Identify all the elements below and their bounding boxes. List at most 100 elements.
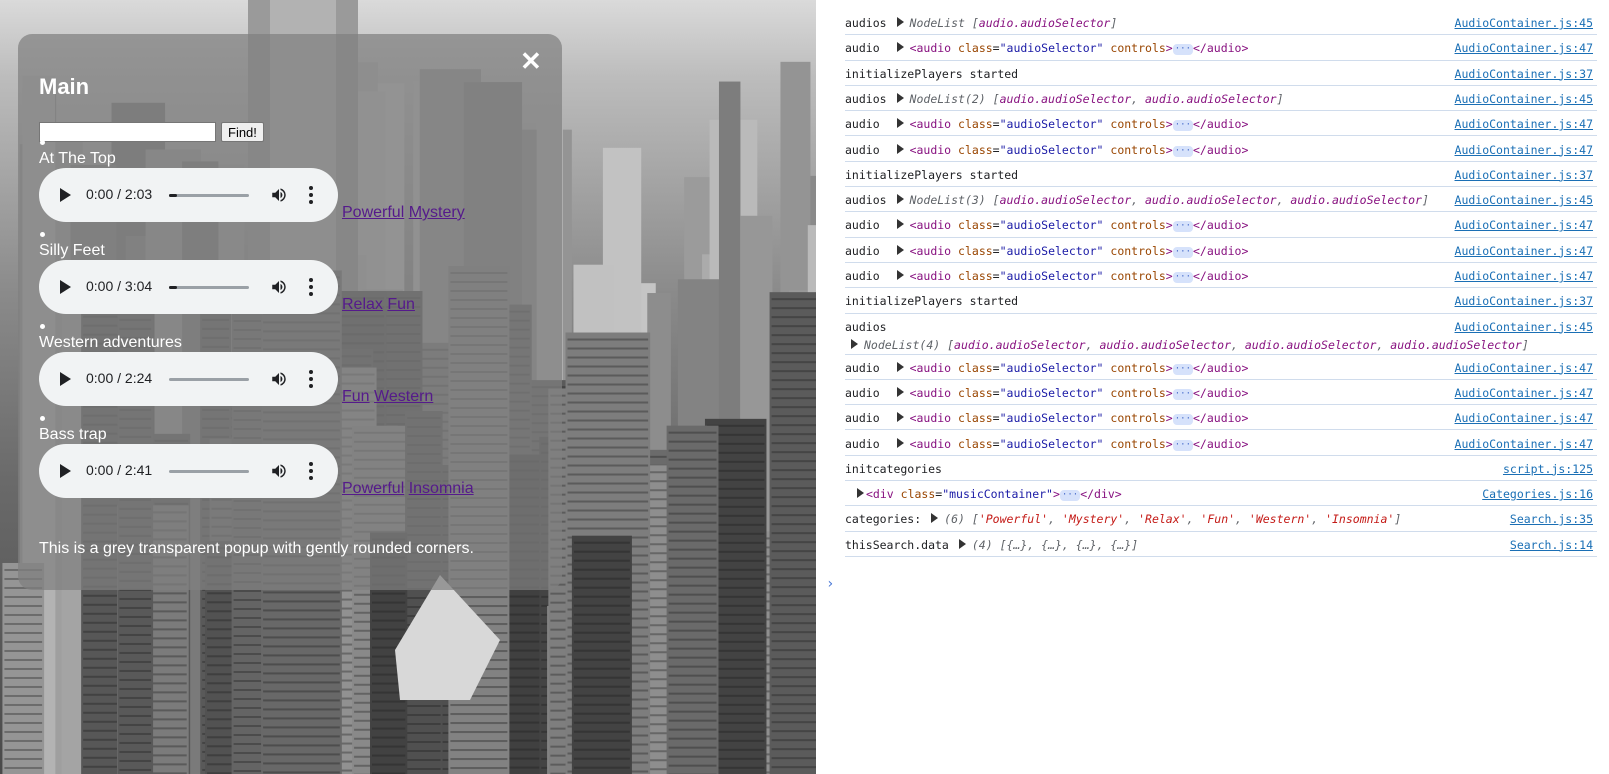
play-icon[interactable] <box>60 464 71 478</box>
search-input[interactable] <box>39 122 216 142</box>
source-link[interactable]: AudioContainer.js:47 <box>1455 437 1593 451</box>
source-link[interactable]: AudioContainer.js:47 <box>1455 269 1593 283</box>
console-log-row: audio <audio class="audioSelector" contr… <box>845 212 1597 238</box>
tag-link[interactable]: Powerful <box>342 204 404 221</box>
expand-triangle-icon[interactable] <box>896 412 904 423</box>
ellipsis-badge[interactable]: ··· <box>1172 388 1193 400</box>
source-link[interactable]: AudioContainer.js:47 <box>1455 218 1593 232</box>
play-icon[interactable] <box>60 188 71 202</box>
find-button[interactable]: Find! <box>221 122 264 142</box>
source-link[interactable]: AudioContainer.js:45 <box>1455 193 1593 207</box>
console-prompt-chevron-icon[interactable]: › <box>826 576 834 592</box>
tag-link[interactable]: Powerful <box>342 480 404 497</box>
ellipsis-badge[interactable]: ··· <box>1172 120 1193 132</box>
expand-triangle-icon[interactable] <box>896 386 904 397</box>
tag-link[interactable]: Fun <box>342 388 370 405</box>
source-link[interactable]: AudioContainer.js:37 <box>1455 168 1593 182</box>
log-label: audio <box>845 41 880 56</box>
ellipsis-badge[interactable]: ··· <box>1172 272 1193 283</box>
track-item: Silly Feet 0:00 / 3:04 Relax Fun <box>39 232 559 324</box>
expand-triangle-icon[interactable] <box>896 143 904 154</box>
console-log-row: audio <audio class="audioSelector" contr… <box>845 431 1597 456</box>
log-label: initializePlayers started <box>845 66 1019 81</box>
play-icon[interactable] <box>60 280 71 294</box>
more-options-icon[interactable] <box>309 370 313 388</box>
seek-slider[interactable] <box>169 286 249 289</box>
console-log-row: audio <audio class="audioSelector" contr… <box>845 137 1597 162</box>
ellipsis-badge[interactable]: ··· <box>1172 439 1193 451</box>
expand-triangle-icon[interactable] <box>958 538 966 549</box>
expand-triangle-icon[interactable] <box>896 42 904 53</box>
track-item: Western adventures 0:00 / 2:24 Fun Weste… <box>39 324 559 416</box>
source-link[interactable]: AudioContainer.js:37 <box>1455 67 1593 81</box>
expand-triangle-icon[interactable] <box>896 17 904 27</box>
audio-player[interactable]: 0:00 / 3:04 <box>39 260 338 314</box>
console-log-row: initializePlayers started AudioContainer.… <box>845 288 1597 314</box>
expand-triangle-icon[interactable] <box>931 513 939 524</box>
expand-triangle-icon[interactable] <box>896 437 904 448</box>
console-log-row: audios NodeList [audio.audioSelector] Audi… <box>845 10 1597 36</box>
source-link[interactable]: script.js:125 <box>1503 462 1593 476</box>
source-link[interactable]: AudioContainer.js:47 <box>1455 244 1593 258</box>
ellipsis-badge[interactable]: ··· <box>1172 44 1193 56</box>
volume-icon[interactable] <box>270 278 288 296</box>
popup: ✕ Main Find! At The Top 0:00 / 2:03 Powe… <box>18 34 562 590</box>
source-link[interactable]: AudioContainer.js:37 <box>1455 294 1593 308</box>
popup-description: This is a grey transparent popup with ge… <box>39 540 474 557</box>
expand-triangle-icon[interactable] <box>896 194 904 205</box>
source-link[interactable]: AudioContainer.js:45 <box>1455 320 1593 334</box>
close-icon[interactable]: ✕ <box>520 46 542 76</box>
source-link[interactable]: Categories.js:16 <box>1482 487 1593 501</box>
expand-triangle-icon[interactable] <box>896 244 904 255</box>
source-link[interactable]: AudioContainer.js:47 <box>1455 117 1593 131</box>
player-time: 0:00 / 2:41 <box>86 462 153 478</box>
audio-player[interactable]: 0:00 / 2:41 <box>39 444 338 498</box>
volume-icon[interactable] <box>270 462 288 480</box>
tag-link[interactable]: Insomnia <box>409 480 474 497</box>
search-row: Find! <box>39 122 264 142</box>
tag-link[interactable]: Fun <box>387 296 415 313</box>
more-options-icon[interactable] <box>309 278 313 296</box>
ellipsis-badge[interactable]: ··· <box>1059 490 1081 502</box>
volume-icon[interactable] <box>270 186 288 204</box>
seek-slider[interactable] <box>169 378 249 381</box>
console-log-row: thisSearch.data (4) [{…}, {…}, {…}, {…}] S… <box>845 532 1597 557</box>
tag-link[interactable]: Western <box>374 388 433 405</box>
expand-triangle-icon[interactable] <box>896 92 904 103</box>
audio-player[interactable]: 0:00 / 2:24 <box>39 352 338 406</box>
expand-triangle-icon[interactable] <box>857 488 864 499</box>
ellipsis-badge[interactable]: ··· <box>1172 414 1193 426</box>
seek-slider[interactable] <box>169 470 249 473</box>
log-label: audio <box>845 269 880 283</box>
source-link[interactable]: AudioContainer.js:47 <box>1455 361 1593 375</box>
ellipsis-badge[interactable]: ··· <box>1172 246 1193 258</box>
ellipsis-badge[interactable]: ··· <box>1172 221 1193 233</box>
track-item: At The Top 0:00 / 2:03 Powerful Mystery <box>39 140 559 232</box>
tag-link[interactable]: Relax <box>342 296 383 313</box>
source-link[interactable]: AudioContainer.js:47 <box>1455 41 1593 55</box>
play-icon[interactable] <box>60 372 71 386</box>
audio-player[interactable]: 0:00 / 2:03 <box>39 168 338 222</box>
expand-triangle-icon[interactable] <box>896 118 904 129</box>
source-link[interactable]: AudioContainer.js:47 <box>1455 386 1593 400</box>
track-title: Bass trap <box>39 426 107 443</box>
source-link[interactable]: AudioContainer.js:45 <box>1455 16 1593 30</box>
ellipsis-badge[interactable]: ··· <box>1172 145 1193 157</box>
expand-triangle-icon[interactable] <box>896 270 904 280</box>
volume-icon[interactable] <box>270 370 288 388</box>
ellipsis-badge[interactable]: ··· <box>1172 363 1193 375</box>
expand-triangle-icon[interactable] <box>896 219 904 230</box>
source-link[interactable]: Search.js:35 <box>1510 512 1593 526</box>
expand-triangle-icon[interactable] <box>851 338 858 349</box>
source-link[interactable]: AudioContainer.js:47 <box>1455 143 1593 157</box>
source-link[interactable]: Search.js:14 <box>1510 538 1593 552</box>
tag-link[interactable]: Mystery <box>409 204 465 221</box>
more-options-icon[interactable] <box>309 186 313 204</box>
seek-slider[interactable] <box>169 194 249 197</box>
more-options-icon[interactable] <box>309 462 313 480</box>
list-bullet <box>40 232 45 237</box>
expand-triangle-icon[interactable] <box>896 361 904 372</box>
log-label: audio <box>845 360 880 375</box>
source-link[interactable]: AudioContainer.js:45 <box>1455 92 1593 106</box>
source-link[interactable]: AudioContainer.js:47 <box>1455 411 1593 425</box>
